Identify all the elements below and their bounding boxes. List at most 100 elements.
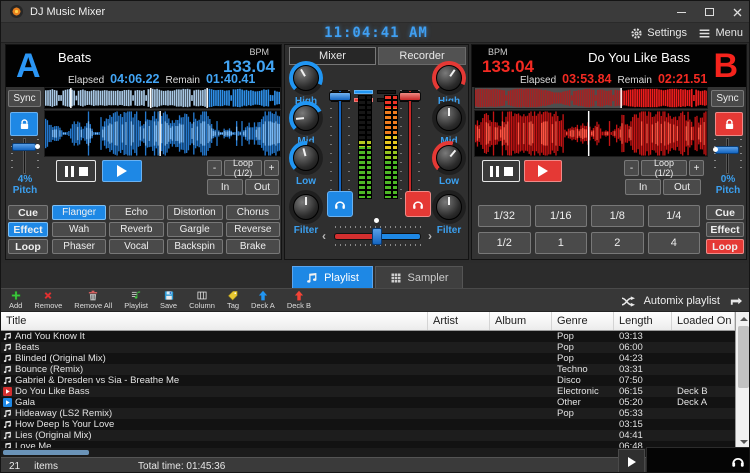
effect-button[interactable]: Gargle bbox=[167, 222, 223, 237]
table-row[interactable]: How Deep Is Your Love 03:15 bbox=[1, 419, 735, 430]
effect-button[interactable]: Vocal bbox=[109, 239, 163, 254]
deck-b-pause-stop-button[interactable] bbox=[482, 160, 520, 182]
deck-a-filter-knob[interactable]: Filter bbox=[287, 190, 325, 236]
tab-playlist[interactable]: Playlist bbox=[292, 266, 373, 288]
column-header[interactable]: Album bbox=[490, 312, 552, 330]
deck-a-loop-in-button[interactable]: In bbox=[207, 179, 243, 195]
toolbar-button[interactable]: Playlist bbox=[118, 290, 154, 310]
effect-button[interactable]: Reverb bbox=[109, 222, 163, 237]
menu-button[interactable]: Menu bbox=[698, 25, 743, 41]
beat-length-button[interactable]: 1/16 bbox=[535, 205, 588, 227]
maximize-button[interactable] bbox=[695, 1, 723, 23]
deck-a-loop-out-button[interactable]: Out bbox=[245, 179, 279, 195]
effect-button[interactable]: Flanger bbox=[52, 205, 106, 220]
deck-b-loop-button[interactable]: Loop (1/2) bbox=[641, 160, 687, 176]
beat-length-button[interactable]: 1/2 bbox=[478, 232, 531, 254]
close-button[interactable] bbox=[723, 1, 750, 23]
table-row[interactable]: And You Know It Pop 03:13 bbox=[1, 331, 735, 342]
deck-a-loop-minus-button[interactable]: - bbox=[207, 160, 222, 176]
hscrollbar-thumb[interactable] bbox=[3, 450, 89, 455]
beat-length-button[interactable]: 1 bbox=[535, 232, 588, 254]
deck-b-overview-waveform[interactable] bbox=[474, 87, 708, 109]
deck-a-sync-button[interactable]: Sync bbox=[8, 90, 41, 107]
beat-length-button[interactable]: 1/4 bbox=[648, 205, 701, 227]
toolbar-button[interactable]: Deck B bbox=[281, 290, 317, 310]
toolbar-button[interactable]: Tag bbox=[221, 290, 245, 310]
deck-b-loop-in-button[interactable]: In bbox=[625, 179, 661, 195]
deck-a-pitch-slider[interactable] bbox=[10, 138, 40, 174]
toolbar-button[interactable]: Remove bbox=[28, 290, 68, 310]
effect-button[interactable]: Chorus bbox=[226, 205, 280, 220]
deck-a-headphone-cue-button[interactable] bbox=[327, 191, 353, 217]
repeat-icon[interactable] bbox=[728, 295, 743, 308]
table-row[interactable]: Lies (Original Mix) 04:41 bbox=[1, 430, 735, 441]
deck-a-mode-button[interactable]: Loop bbox=[8, 239, 48, 254]
column-header[interactable]: Artist bbox=[428, 312, 490, 330]
deck-b-loop-out-button[interactable]: Out bbox=[663, 179, 701, 195]
effect-button[interactable]: Echo bbox=[109, 205, 163, 220]
deck-a-keylock-button[interactable] bbox=[10, 112, 38, 136]
deck-b-low-knob[interactable]: Low bbox=[430, 141, 468, 187]
table-row[interactable]: Blinded (Original Mix) Pop 04:23 bbox=[1, 353, 735, 364]
scrollbar-thumb[interactable] bbox=[738, 326, 749, 388]
deck-b-sync-button[interactable]: Sync bbox=[711, 90, 744, 107]
deck-a-main-waveform[interactable] bbox=[44, 110, 281, 157]
beat-length-button[interactable]: 1/32 bbox=[478, 205, 531, 227]
preview-player[interactable] bbox=[646, 447, 750, 473]
deck-a-overview-waveform[interactable] bbox=[44, 87, 281, 109]
effect-button[interactable]: Distortion bbox=[167, 205, 223, 220]
column-header[interactable]: Loaded On bbox=[672, 312, 735, 330]
column-header[interactable]: Genre bbox=[552, 312, 614, 330]
deck-a-mode-button[interactable]: Cue bbox=[8, 205, 48, 220]
crossfader-right-arrow[interactable]: › bbox=[428, 229, 432, 243]
effect-button[interactable]: Wah bbox=[52, 222, 106, 237]
deck-b-mode-button[interactable]: Cue bbox=[706, 205, 744, 220]
toolbar-button[interactable]: Remove All bbox=[68, 290, 118, 310]
deck-b-filter-knob[interactable]: Filter bbox=[430, 190, 468, 236]
tab-sampler[interactable]: Sampler bbox=[375, 266, 463, 288]
beat-length-button[interactable]: 1/8 bbox=[591, 205, 644, 227]
deck-b-headphone-cue-button[interactable] bbox=[405, 191, 431, 217]
vertical-scrollbar[interactable] bbox=[735, 312, 750, 448]
settings-button[interactable]: Settings bbox=[630, 25, 687, 41]
deck-a-play-button[interactable] bbox=[102, 160, 142, 182]
deck-b-mode-button[interactable]: Effect bbox=[706, 222, 744, 237]
crossfader-handle[interactable] bbox=[372, 228, 382, 245]
deck-b-keylock-button[interactable] bbox=[715, 112, 743, 136]
table-row[interactable]: Beats Pop 06:00 bbox=[1, 342, 735, 353]
toolbar-button[interactable]: Column bbox=[183, 290, 221, 310]
deck-b-play-button[interactable] bbox=[524, 160, 562, 182]
effect-button[interactable]: Backspin bbox=[167, 239, 223, 254]
toolbar-button[interactable]: Add bbox=[3, 290, 28, 310]
effect-button[interactable]: Phaser bbox=[52, 239, 106, 254]
table-row[interactable]: Gala Other 05:20 Deck A bbox=[1, 397, 735, 408]
beat-length-button[interactable]: 4 bbox=[648, 232, 701, 254]
effect-button[interactable]: Brake bbox=[226, 239, 280, 254]
deck-a-low-knob[interactable]: Low bbox=[287, 141, 325, 187]
deck-b-pitch-slider[interactable] bbox=[713, 138, 743, 174]
effect-button[interactable]: Reverse bbox=[226, 222, 280, 237]
deck-b-loop-minus-button[interactable]: - bbox=[624, 160, 639, 176]
scroll-up-arrow[interactable] bbox=[736, 312, 750, 325]
table-row[interactable]: Do You Like Bass Electronic 06:15 Deck B bbox=[1, 386, 735, 397]
deck-b-loop-plus-button[interactable]: + bbox=[689, 160, 704, 176]
deck-a-volume-fader[interactable] bbox=[330, 90, 350, 202]
table-row[interactable]: Gabriel & Dresden vs Sia - Breathe Me Di… bbox=[1, 375, 735, 386]
table-row[interactable]: Bounce (Remix) Techno 03:31 bbox=[1, 364, 735, 375]
deck-a-mode-button[interactable]: Effect bbox=[8, 222, 48, 237]
deck-a-pause-stop-button[interactable] bbox=[56, 160, 96, 182]
beat-length-button[interactable]: 2 bbox=[591, 232, 644, 254]
table-row[interactable]: Hideaway (LS2 Remix) Pop 05:33 bbox=[1, 408, 735, 419]
deck-a-loop-button[interactable]: Loop (1/2) bbox=[224, 160, 262, 176]
deck-b-volume-fader[interactable] bbox=[400, 90, 420, 202]
toolbar-button[interactable]: Deck A bbox=[245, 290, 281, 310]
deck-b-mode-button[interactable]: Loop bbox=[706, 239, 744, 254]
minimize-button[interactable] bbox=[667, 1, 695, 23]
crossfader-left-arrow[interactable]: ‹ bbox=[322, 229, 326, 243]
preview-play-button[interactable] bbox=[618, 449, 645, 473]
deck-a-loop-plus-button[interactable]: + bbox=[264, 160, 279, 176]
shuffle-icon[interactable] bbox=[621, 295, 636, 308]
toolbar-button[interactable]: Save bbox=[154, 290, 183, 310]
deck-b-main-waveform[interactable] bbox=[474, 110, 708, 157]
column-header[interactable]: Length bbox=[614, 312, 672, 330]
